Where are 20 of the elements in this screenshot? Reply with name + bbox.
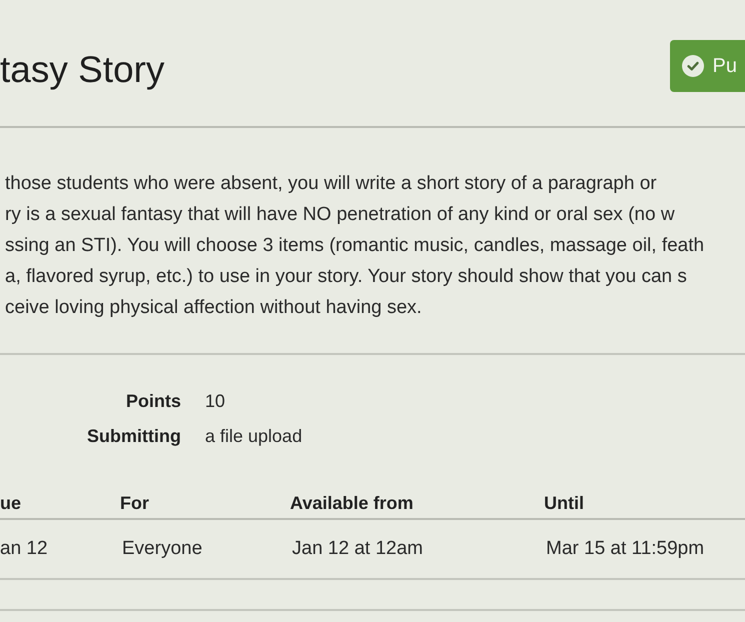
detail-label: Submitting: [87, 425, 181, 448]
description-line: ceive loving physical affection without having sex.: [5, 296, 422, 320]
description-line: ssing an STI). You will choose 3 items (romantic music, candles, massage oil, feath: [5, 234, 704, 258]
description-line: ry is a sexual fantasy that will have NO penetration of any kind or oral sex (no w: [5, 203, 675, 227]
column-header: ue: [0, 492, 22, 515]
description-line: those students who were absent, you will write a short story of a paragraph or: [5, 172, 657, 196]
column-header: Until: [544, 492, 584, 515]
description-line: a, flavored syrup, etc.) to use in your story. Your story should show that you can s: [5, 265, 687, 289]
column-header: Available from: [290, 492, 414, 515]
page-title: tasy Story: [0, 48, 164, 92]
table-cell-text: Jan 12 at 12am: [292, 536, 423, 561]
check-circle-icon: [682, 55, 704, 77]
detail-value: a file upload: [205, 425, 302, 448]
detail-label: Points: [126, 390, 181, 413]
table-cell-text: an 12: [0, 536, 48, 561]
table-cell-text: Mar 15 at 11:59pm: [546, 536, 704, 561]
column-header: For: [120, 492, 149, 515]
publish-button[interactable]: Pu: [670, 40, 745, 92]
detail-value: 10: [205, 390, 226, 413]
table-cell-text: Everyone: [122, 536, 202, 561]
